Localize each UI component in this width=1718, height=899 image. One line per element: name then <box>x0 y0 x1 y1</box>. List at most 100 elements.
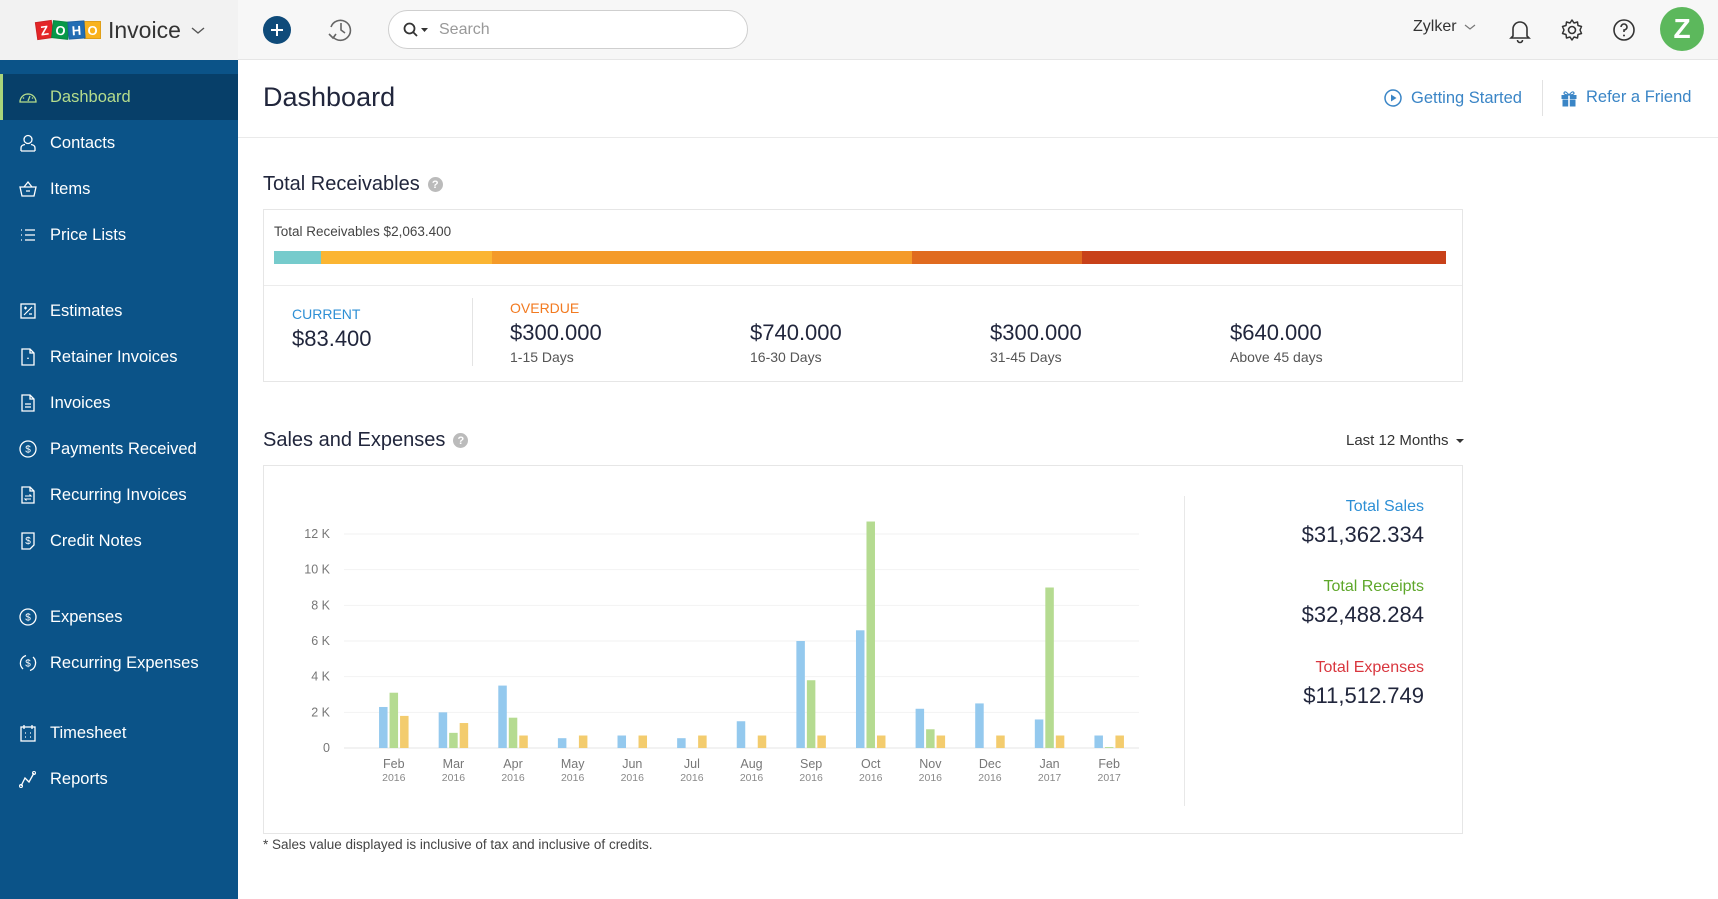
bar-expenses[interactable] <box>459 723 469 748</box>
search-input[interactable] <box>439 20 719 39</box>
sidebar-item-price-lists[interactable]: Price Lists <box>0 212 238 258</box>
receivables-title: Total Receivables <box>263 173 420 195</box>
sidebar-item-payments-received[interactable]: $ Payments Received <box>0 426 238 472</box>
notifications-bell-icon[interactable] <box>1506 16 1534 44</box>
aging-segment-1-15[interactable] <box>321 251 492 264</box>
bar-expenses[interactable] <box>876 735 886 748</box>
bar-receipts[interactable] <box>926 729 935 748</box>
bar-sales[interactable] <box>498 685 507 748</box>
sidebar-item-reports[interactable]: Reports <box>0 756 238 802</box>
search-box[interactable] <box>388 10 748 49</box>
play-circle-icon <box>1384 89 1402 107</box>
aging-segment-45+[interactable] <box>1082 251 1446 264</box>
help-icon[interactable]: ? <box>453 433 469 448</box>
bar-sales[interactable] <box>736 721 746 748</box>
aging-segment-16-30[interactable] <box>491 251 913 264</box>
bar-sales[interactable] <box>796 641 805 748</box>
sidebar-item-label: Reports <box>50 769 108 788</box>
bar-receipts[interactable] <box>806 680 816 748</box>
help-icon[interactable] <box>1610 16 1638 44</box>
app-switcher[interactable]: Z O H O Invoice <box>0 0 238 60</box>
overdue-1-15[interactable]: OVERDUE $300.000 1-15 Days <box>510 300 602 365</box>
sidebar-item-recurring-expenses[interactable]: $ Recurring Expenses <box>0 640 238 686</box>
bar-expenses[interactable] <box>817 735 826 748</box>
overdue-amount: $300.000 <box>990 320 1082 345</box>
getting-started-link[interactable]: Getting Started <box>1383 88 1522 108</box>
bar-sales[interactable] <box>1034 719 1044 748</box>
divider <box>472 298 473 366</box>
bar-expenses[interactable] <box>996 735 1005 748</box>
quick-create-button[interactable] <box>263 16 291 44</box>
sidebar-item-recurring-invoices[interactable]: Recurring Invoices <box>0 472 238 518</box>
sidebar-item-expenses[interactable]: $ Expenses <box>0 594 238 640</box>
total-sales-label: Total Sales <box>1345 498 1424 515</box>
bar-receipts[interactable] <box>1104 747 1114 748</box>
sidebar-item-items[interactable]: Items <box>0 166 238 212</box>
bar-sales[interactable] <box>617 735 627 748</box>
period-label: Last 12 Months <box>1346 432 1449 449</box>
y-tick-label: 0 <box>323 741 330 755</box>
bar-expenses[interactable] <box>638 735 648 748</box>
user-avatar[interactable]: Z <box>1660 7 1704 51</box>
search-icon[interactable] <box>403 22 429 38</box>
sidebar-item-contacts[interactable]: Contacts <box>0 120 238 166</box>
total-receipts-label: Total Receipts <box>1323 578 1425 595</box>
period-dropdown[interactable]: Last 12 Months <box>1346 432 1465 449</box>
sidebar-item-credit-notes[interactable]: $ Credit Notes <box>0 518 238 564</box>
bar-sales[interactable] <box>915 708 925 748</box>
bar-sales[interactable] <box>379 706 388 748</box>
retainer-invoice-icon <box>21 348 35 366</box>
sidebar-item-retainer-invoices[interactable]: Retainer Invoices <box>0 334 238 380</box>
recent-history-icon[interactable] <box>325 15 355 45</box>
credit-notes-icon: $ <box>21 532 35 550</box>
gift-icon <box>1561 90 1577 106</box>
bar-expenses[interactable] <box>1055 735 1065 748</box>
bar-expenses[interactable] <box>936 735 946 748</box>
overdue-amount: $300.000 <box>510 320 602 345</box>
bar-expenses[interactable] <box>519 735 528 748</box>
x-tick-label-year: 2016 <box>740 772 764 784</box>
sidebar-item-label: Price Lists <box>50 225 127 244</box>
bar-sales[interactable] <box>1094 735 1103 748</box>
sidebar-item-estimates[interactable]: Estimates <box>0 288 238 334</box>
refer-friend-link[interactable]: Refer a Friend <box>1560 88 1691 107</box>
settings-gear-icon[interactable] <box>1558 16 1586 44</box>
bar-sales[interactable] <box>677 738 686 748</box>
bar-expenses[interactable] <box>400 715 409 748</box>
sidebar: Dashboard Contacts Items Price Lists Est… <box>0 60 238 899</box>
sidebar-item-invoices[interactable]: Invoices <box>0 380 238 426</box>
bar-sales[interactable] <box>557 738 567 748</box>
sidebar-item-timesheet[interactable]: Timesheet <box>0 710 238 756</box>
total-sales: Total Sales $31,362.334 <box>1302 498 1424 548</box>
bar-sales[interactable] <box>975 703 984 748</box>
bar-expenses[interactable] <box>757 735 767 748</box>
current-receivables[interactable]: CURRENT $83.400 <box>292 306 372 352</box>
bar-receipts[interactable] <box>1045 587 1054 749</box>
bar-receipts[interactable] <box>866 521 875 748</box>
x-tick-label-year: 2017 <box>1038 772 1062 784</box>
aging-segment-31-45[interactable] <box>912 251 1083 264</box>
bar-receipts[interactable] <box>449 732 458 748</box>
help-icon[interactable]: ? <box>427 177 443 192</box>
refer-friend-label: Refer a Friend <box>1586 88 1692 106</box>
x-tick-label-year: 2016 <box>799 772 823 784</box>
plus-icon <box>271 24 283 36</box>
overdue-31-45[interactable]: . $300.000 31-45 Days <box>990 300 1082 365</box>
aging-segment-current[interactable] <box>274 251 322 264</box>
bar-expenses[interactable] <box>698 735 707 748</box>
sidebar-item-label: Estimates <box>50 301 123 320</box>
bar-sales[interactable] <box>855 630 865 748</box>
bar-receipts[interactable] <box>508 717 518 748</box>
sidebar-item-dashboard[interactable]: Dashboard <box>0 74 238 120</box>
expenses-icon: $ <box>19 608 37 626</box>
sales-card: 02 K4 K6 K8 K 10 K 12 K Feb 2016 Mar 2016 Apr 20… <box>263 465 1463 834</box>
bar-sales[interactable] <box>438 712 448 748</box>
bar-receipts[interactable] <box>389 692 399 748</box>
svg-text:$: $ <box>25 659 31 670</box>
overdue-16-30[interactable]: . $740.000 16-30 Days <box>750 300 842 365</box>
overdue-above-45[interactable]: . $640.000 Above 45 days <box>1230 300 1323 365</box>
bar-expenses[interactable] <box>578 735 588 748</box>
receivables-card: Total Receivables $2,063.400 CURRENT $83… <box>263 209 1463 382</box>
bar-expenses[interactable] <box>1115 735 1124 748</box>
organization-switcher[interactable]: Zylker <box>1413 18 1477 36</box>
